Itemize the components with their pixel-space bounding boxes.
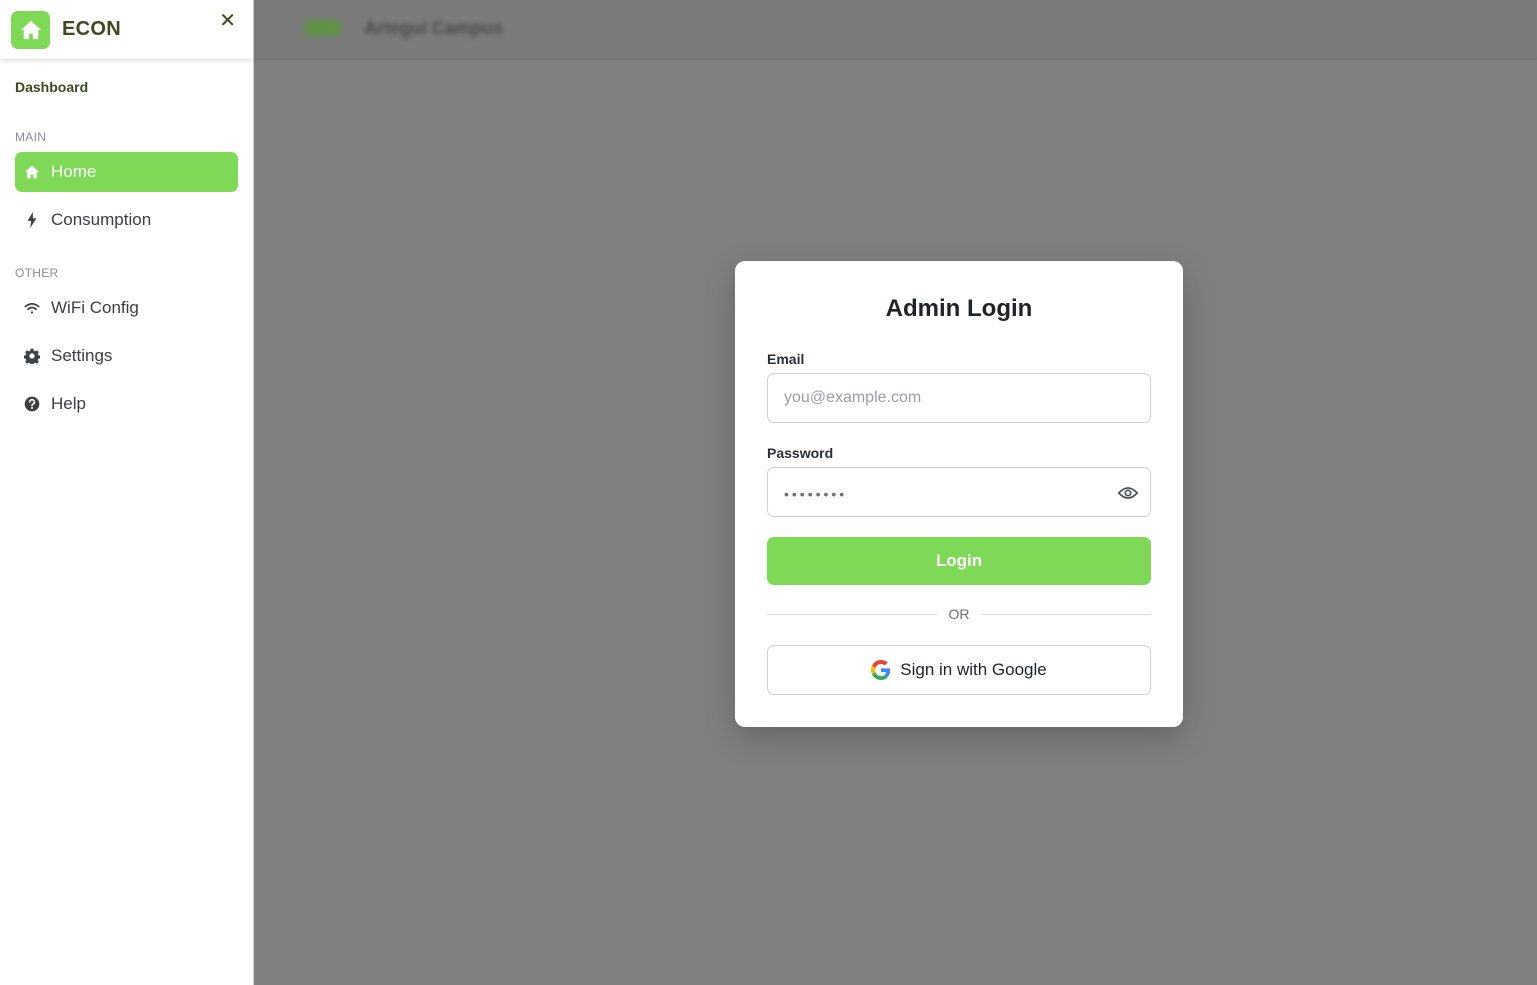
wifi-icon — [24, 300, 40, 316]
section-label-main: MAIN — [15, 130, 47, 144]
sidebar-item-label: Home — [51, 162, 97, 181]
or-divider: OR — [767, 606, 1151, 624]
google-icon — [871, 660, 891, 680]
admin-login-modal: Admin Login Email Password •••••••• Logi… — [735, 261, 1183, 727]
topbar-logo — [304, 20, 342, 36]
login-button[interactable]: Login — [767, 537, 1151, 585]
google-button-label: Sign in with Google — [900, 660, 1047, 679]
sidebar-header: ECON ✕ — [0, 0, 253, 59]
sidebar-item-consumption[interactable]: Consumption — [15, 200, 238, 240]
help-circle-icon — [24, 396, 40, 412]
sidebar-item-wifi-config[interactable]: WiFi Config — [15, 288, 238, 328]
sidebar: ECON ✕ Dashboard MAIN Home Consumption O… — [0, 0, 254, 985]
sidebar-item-label: Help — [51, 394, 86, 413]
gear-icon — [24, 348, 40, 364]
password-field[interactable] — [767, 467, 1151, 517]
close-sidebar-button[interactable]: ✕ — [219, 11, 236, 31]
password-label: Password — [767, 445, 834, 461]
home-icon — [24, 164, 40, 180]
sidebar-item-label: Consumption — [51, 210, 152, 229]
brand-name: ECON — [62, 18, 121, 40]
app-topbar-blurred: Artegui Campus — [254, 0, 1537, 60]
email-field[interactable] — [767, 373, 1151, 423]
brand-logo — [11, 10, 50, 49]
home-logo-icon — [20, 20, 41, 39]
sidebar-item-help[interactable]: Help — [15, 384, 238, 424]
divider-line-right — [981, 614, 1151, 615]
google-sign-in-button[interactable]: Sign in with Google — [767, 645, 1151, 695]
section-label-other: OTHER — [15, 266, 59, 280]
sidebar-item-label: WiFi Config — [51, 298, 139, 317]
sidebar-item-home[interactable]: Home — [15, 152, 238, 192]
topbar-title: Artegui Campus — [364, 18, 504, 38]
modal-title: Admin Login — [885, 295, 1033, 322]
sidebar-item-settings[interactable]: Settings — [15, 336, 238, 376]
email-label: Email — [767, 351, 805, 367]
show-password-eye-icon[interactable] — [1117, 482, 1139, 504]
sidebar-item-label: Settings — [51, 346, 113, 365]
dashboard-link[interactable]: Dashboard — [15, 79, 88, 95]
lightning-icon — [24, 212, 40, 228]
